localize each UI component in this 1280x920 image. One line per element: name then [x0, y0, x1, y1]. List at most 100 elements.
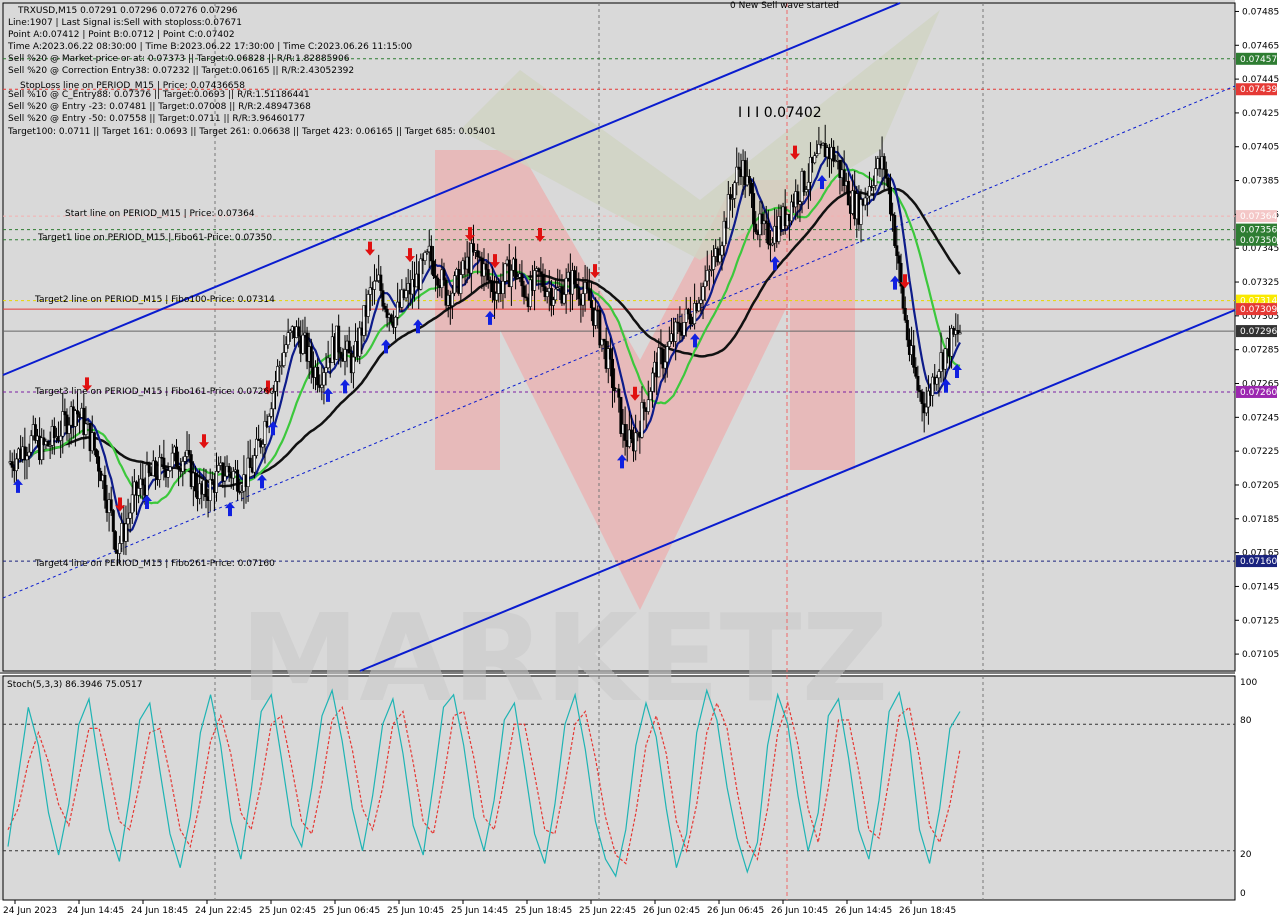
- candle-body: [726, 194, 730, 229]
- candle-body: [25, 455, 29, 461]
- candle-body: [76, 410, 80, 415]
- candle-body: [650, 372, 654, 392]
- candle-body: [575, 283, 579, 288]
- time-tick-label: 25 Jun 10:45: [387, 906, 444, 916]
- candle-body: [895, 245, 899, 257]
- candle-body: [166, 470, 170, 478]
- candle-body: [128, 512, 132, 519]
- candle-body: [301, 334, 305, 354]
- time-tick-label: 24 Jun 2023: [3, 906, 57, 916]
- candle-body: [269, 408, 273, 417]
- candle-body: [434, 275, 438, 279]
- candle-body: [594, 309, 598, 326]
- candle-body: [111, 510, 115, 532]
- candle-body: [539, 271, 543, 275]
- candle-body: [935, 377, 939, 385]
- price-axis-background: [1235, 0, 1280, 920]
- candle-body: [187, 450, 191, 455]
- candle-body: [113, 531, 117, 551]
- candle-body: [490, 280, 494, 293]
- candle-body: [882, 156, 886, 170]
- time-tick-label: 25 Jun 02:45: [259, 906, 316, 916]
- candle-body: [227, 465, 231, 473]
- candle-body: [389, 314, 393, 323]
- candle-body: [509, 269, 513, 287]
- time-tick-label: 26 Jun 06:45: [707, 906, 764, 916]
- price-tick-label: 0.07125: [1242, 616, 1279, 626]
- chart-canvas: MARKETZ 0.074850.074650.074450.074250.07…: [0, 0, 1280, 920]
- candle-body: [718, 254, 722, 263]
- candle-body: [404, 290, 408, 299]
- candle-body: [94, 449, 98, 457]
- candle-body: [589, 300, 593, 309]
- candle-body: [629, 429, 633, 439]
- candle-body: [667, 341, 671, 347]
- candle-body: [63, 411, 67, 416]
- candle-body: [52, 426, 56, 439]
- candle-body: [503, 263, 507, 282]
- candle-body: [126, 518, 130, 525]
- candle-body: [383, 305, 387, 310]
- candle-body: [912, 345, 916, 368]
- price-tick-label: 0.07245: [1242, 413, 1279, 423]
- stoch-label: Stoch(5,3,3) 86.3946 75.0517: [7, 680, 142, 690]
- candle-body: [339, 351, 343, 359]
- candle-body: [884, 169, 888, 179]
- candle-body: [806, 181, 810, 190]
- candle-body: [699, 299, 703, 304]
- candle-body: [703, 280, 707, 287]
- price-tag-label: 0.07160: [1240, 557, 1277, 567]
- candle-body: [893, 215, 897, 246]
- candle-body: [581, 293, 585, 306]
- candle-body: [261, 444, 265, 448]
- candle-body: [183, 456, 187, 462]
- candle-body: [14, 458, 18, 472]
- candle-body: [351, 356, 355, 374]
- candle-body: [552, 299, 556, 306]
- candle-body: [678, 322, 682, 333]
- time-tick-label: 25 Jun 14:45: [451, 906, 508, 916]
- candle-body: [215, 471, 219, 493]
- candle-body: [920, 391, 924, 404]
- candle-body: [657, 347, 661, 378]
- candle-body: [697, 303, 701, 312]
- candle-body: [84, 423, 88, 435]
- candle-body: [663, 361, 667, 369]
- candle-body: [733, 182, 737, 199]
- candle-body: [486, 269, 490, 281]
- candle-body: [92, 432, 96, 450]
- price-tag-label: 0.07309: [1240, 305, 1277, 315]
- candle-body: [541, 273, 545, 287]
- candle-body: [158, 457, 162, 480]
- candle-body: [423, 252, 427, 261]
- candle-body: [888, 186, 892, 215]
- price-tag-label: 0.07364: [1240, 212, 1277, 222]
- candle-body: [286, 332, 290, 346]
- candle-body: [217, 465, 221, 472]
- candle-body: [476, 250, 480, 258]
- candle-body: [170, 452, 174, 468]
- candle-body: [564, 277, 568, 295]
- candle-body: [320, 384, 324, 388]
- candle-body: [705, 270, 709, 282]
- candle-body: [153, 460, 157, 477]
- candle-body: [316, 366, 320, 386]
- candle-body: [97, 456, 101, 472]
- sell-wave-label: 0 New Sell wave started: [730, 1, 839, 11]
- candle-body: [27, 451, 31, 457]
- candle-body: [764, 220, 768, 224]
- candle-body: [484, 263, 488, 270]
- time-tick-label: 26 Jun 02:45: [643, 906, 700, 916]
- candle-body: [61, 411, 65, 437]
- price-tag-label: 0.07439: [1240, 85, 1277, 95]
- candle-body: [608, 348, 612, 360]
- candle-body: [937, 371, 941, 379]
- price-tick-label: 0.07185: [1242, 515, 1279, 525]
- price-tick-label: 0.07385: [1242, 177, 1279, 187]
- watermark-text: MARKETZ: [240, 590, 889, 729]
- info-line: Sell %20 @ Entry -23: 0.07481 || Target:…: [8, 102, 311, 112]
- price-tick-label: 0.07285: [1242, 346, 1279, 356]
- candle-body: [177, 466, 181, 470]
- candle-body: [255, 438, 259, 456]
- candle-body: [459, 274, 463, 294]
